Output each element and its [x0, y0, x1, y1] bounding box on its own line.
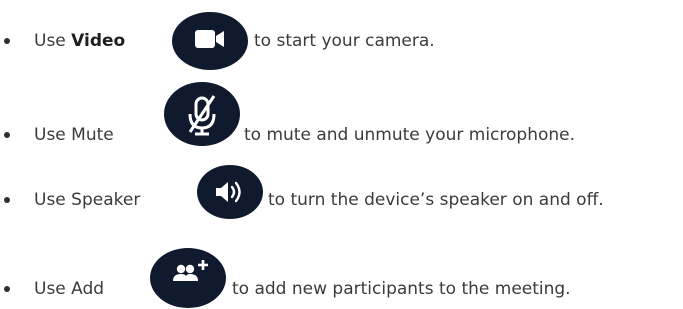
add-participants-button[interactable] [150, 248, 226, 308]
list-item-speaker: Use Speaker to turn the device’s speaker… [0, 164, 683, 224]
item-text-prefix: Use Mute [34, 125, 114, 145]
bullet [4, 132, 10, 138]
list-item-mute: Use Mute to mute and unmute your microph… [0, 82, 683, 146]
item-text-suffix: to turn the device’s speaker on and off. [268, 190, 604, 210]
item-text-prefix: Use Speaker [34, 190, 141, 210]
video-button[interactable] [172, 12, 248, 70]
bullet [4, 38, 10, 44]
item-text-prefix: Use Video [34, 31, 125, 51]
item-bold-label: Video [71, 31, 126, 51]
microphone-muted-icon [188, 95, 216, 136]
item-text-prefix: Use Add [34, 279, 105, 299]
item-text-suffix: to mute and unmute your microphone. [244, 125, 576, 145]
add-participants-icon [173, 260, 208, 281]
item-prefix: Use [34, 31, 72, 51]
speaker-icon [216, 181, 241, 203]
bullet [4, 197, 10, 203]
speaker-button[interactable] [197, 165, 263, 219]
item-text-suffix: to start your camera. [254, 31, 435, 51]
list-item-add: Use Add to add new participants to the m… [0, 248, 683, 308]
item-text-suffix: to add new participants to the meeting. [232, 279, 571, 299]
list-item-video: Use Video to start your camera. [0, 10, 683, 70]
video-camera-icon [195, 30, 224, 48]
mute-button[interactable] [164, 82, 240, 146]
bullet [4, 286, 10, 292]
